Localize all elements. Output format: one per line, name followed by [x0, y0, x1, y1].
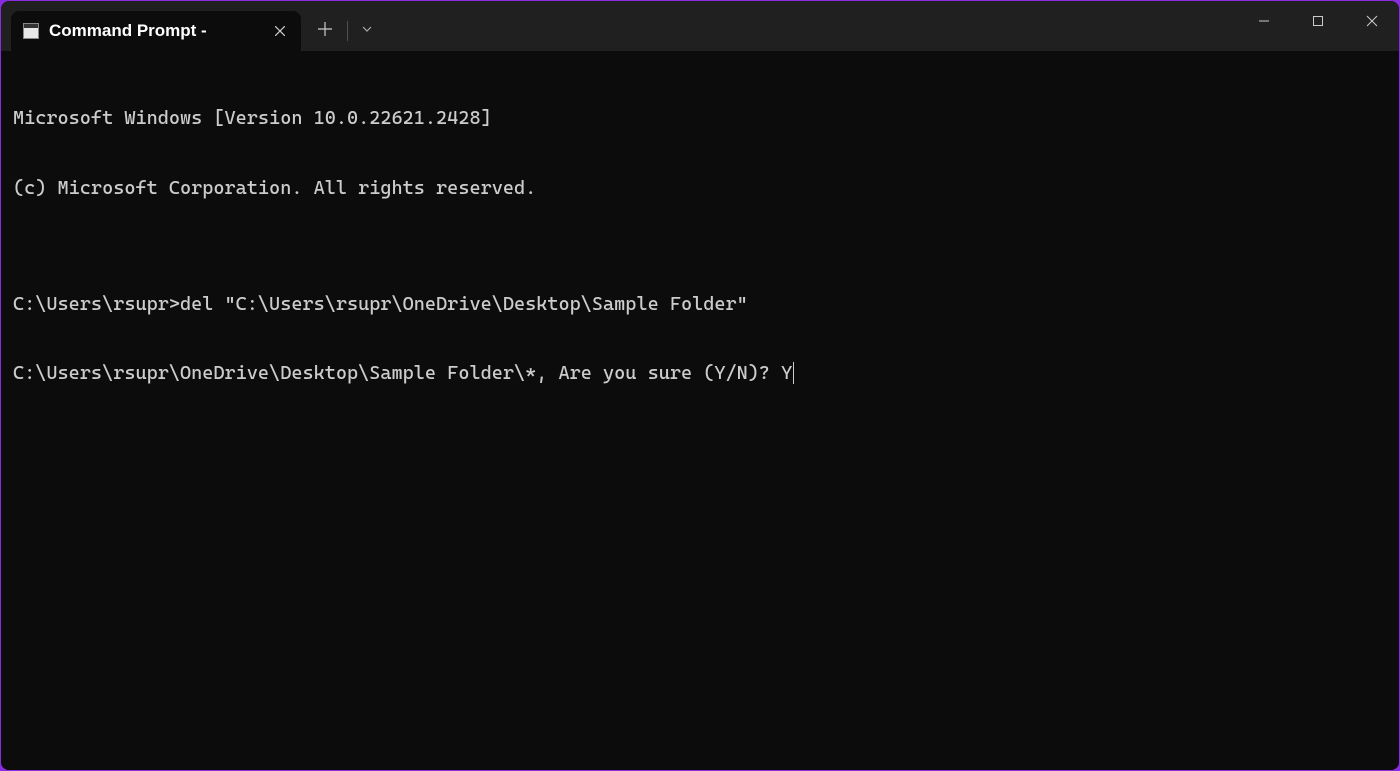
maximize-button[interactable] — [1291, 1, 1345, 41]
terminal-line: (c) Microsoft Corporation. All rights re… — [13, 177, 1387, 200]
chevron-down-icon — [362, 26, 372, 32]
new-tab-button[interactable] — [307, 11, 343, 47]
terminal-line: C:\Users\rsupr>del "C:\Users\rsupr\OneDr… — [13, 293, 1387, 316]
minimize-button[interactable] — [1237, 1, 1291, 41]
close-icon — [275, 26, 285, 36]
close-icon — [1366, 15, 1378, 27]
tab-command-prompt[interactable]: Command Prompt - — [11, 11, 301, 51]
titlebar: Command Prompt - — [1, 1, 1399, 51]
terminal-content[interactable]: Microsoft Windows [Version 10.0.22621.24… — [1, 51, 1399, 770]
maximize-icon — [1312, 15, 1324, 27]
minimize-icon — [1258, 15, 1270, 27]
titlebar-left: Command Prompt - — [1, 1, 382, 51]
window-controls — [1237, 1, 1399, 41]
cmd-icon — [23, 23, 39, 39]
plus-icon — [318, 22, 332, 36]
terminal-line: C:\Users\rsupr\OneDrive\Desktop\Sample F… — [13, 362, 1387, 385]
tab-title: Command Prompt - — [49, 21, 269, 41]
divider — [347, 21, 348, 41]
text-cursor — [793, 362, 794, 384]
terminal-window: Command Prompt - — [1, 1, 1399, 770]
close-window-button[interactable] — [1345, 1, 1399, 41]
close-tab-button[interactable] — [269, 20, 291, 42]
terminal-line: Microsoft Windows [Version 10.0.22621.24… — [13, 107, 1387, 130]
tab-dropdown-button[interactable] — [352, 11, 382, 47]
